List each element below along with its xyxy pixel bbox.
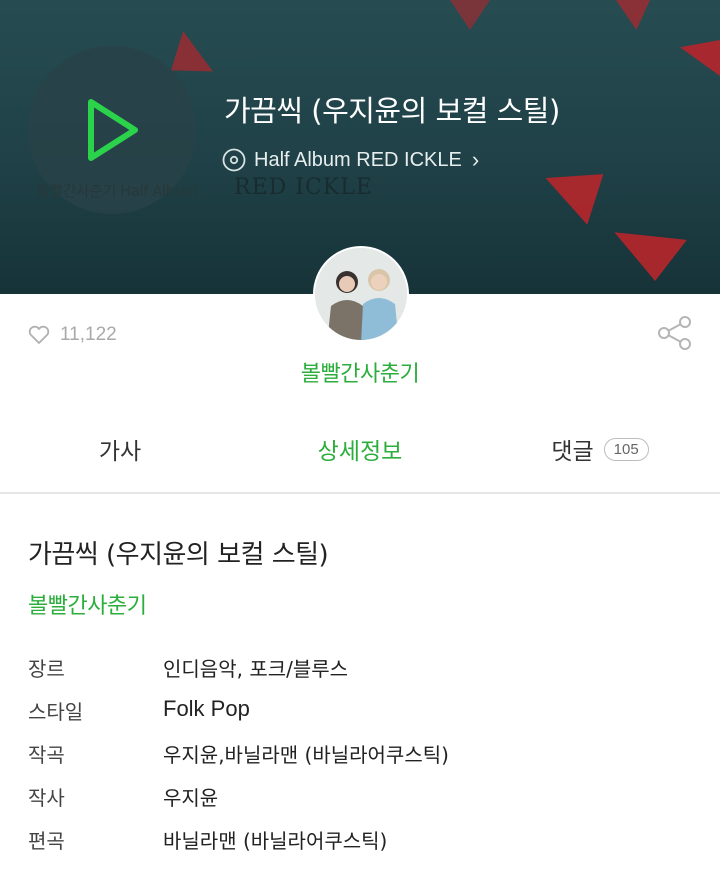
song-title: 가끔씩 (우지윤의 보컬 스틸) bbox=[224, 94, 560, 128]
tab-label: 댓글 bbox=[551, 439, 594, 465]
album-link[interactable]: Half Album RED ICKLE › bbox=[222, 147, 479, 173]
info-key: 작곡 bbox=[28, 743, 65, 767]
info-row-lyricist: 작사 우지윤 bbox=[28, 782, 218, 811]
detail-panel: 가끔씩 (우지윤의 보컬 스틸) 볼빨간사춘기 장르 인디음악, 포크/블루스 … bbox=[0, 496, 720, 871]
petal-decoration bbox=[603, 214, 687, 287]
tab-details[interactable]: 상세정보 bbox=[240, 412, 480, 492]
disc-icon bbox=[222, 148, 246, 172]
comment-count-badge: 105 bbox=[603, 437, 649, 461]
petal-decoration bbox=[616, 0, 650, 30]
cover-caption: 볼빨간사춘기 Half Album bbox=[36, 182, 198, 200]
info-value: 인디음악, 포크/블루스 bbox=[163, 657, 349, 681]
tab-bar: 가사 상세정보 댓글 105 bbox=[0, 412, 720, 494]
artist-name-link[interactable]: 볼빨간사춘기 bbox=[0, 356, 720, 388]
info-value: 우지윤 bbox=[163, 786, 219, 810]
album-name: Half Album RED ICKLE bbox=[254, 148, 462, 171]
detail-title: 가끔씩 (우지윤의 보컬 스틸) bbox=[28, 540, 329, 570]
tab-label: 상세정보 bbox=[317, 439, 403, 465]
petal-decoration bbox=[450, 0, 490, 30]
info-key: 편곡 bbox=[28, 829, 65, 853]
heart-icon bbox=[28, 325, 50, 344]
info-key: 작사 bbox=[28, 786, 65, 810]
share-button[interactable] bbox=[656, 315, 694, 355]
info-row-style: 스타일 Folk Pop bbox=[28, 696, 250, 725]
detail-artist-link[interactable]: 볼빨간사춘기 bbox=[28, 588, 147, 620]
share-icon bbox=[658, 316, 691, 350]
info-value: 바닐라맨 (바닐라어쿠스틱) bbox=[163, 829, 388, 853]
chevron-right-icon: › bbox=[471, 147, 480, 172]
petal-decoration bbox=[540, 155, 620, 235]
info-value: Folk Pop bbox=[163, 696, 250, 721]
info-value: 우지윤,바닐라맨 (바닐라어쿠스틱) bbox=[163, 743, 449, 767]
like-count: 11,122 bbox=[60, 324, 117, 345]
play-icon bbox=[88, 99, 138, 161]
tab-lyrics[interactable]: 가사 bbox=[0, 412, 240, 492]
avatar[interactable] bbox=[313, 246, 409, 342]
tab-label: 가사 bbox=[98, 439, 142, 465]
like-button[interactable]: 11,122 bbox=[28, 324, 117, 346]
info-row-genre: 장르 인디음악, 포크/블루스 bbox=[28, 653, 348, 682]
cover-wordmark: RED ICKLE bbox=[234, 175, 373, 200]
info-key: 스타일 bbox=[28, 700, 84, 724]
tab-comments[interactable]: 댓글 105 bbox=[480, 412, 720, 492]
info-key: 장르 bbox=[28, 657, 65, 681]
info-row-arranger: 편곡 바닐라맨 (바닐라어쿠스틱) bbox=[28, 825, 387, 854]
info-row-composer: 작곡 우지윤,바닐라맨 (바닐라어쿠스틱) bbox=[28, 739, 449, 768]
petal-decoration bbox=[680, 40, 720, 76]
artist-photo bbox=[315, 248, 407, 340]
